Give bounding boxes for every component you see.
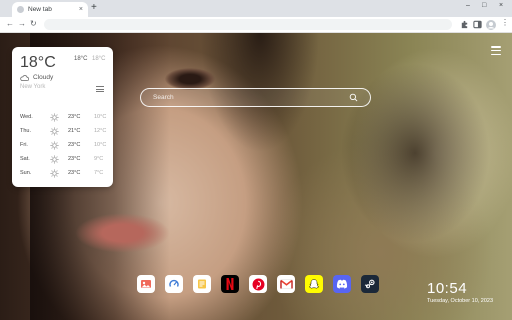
tab-close-icon[interactable]: × bbox=[79, 6, 83, 13]
clock-time: 10:54 bbox=[427, 280, 468, 297]
tab-new-tab[interactable]: New tab × bbox=[12, 2, 88, 17]
app-dock bbox=[137, 275, 379, 293]
background-eye bbox=[165, 68, 215, 90]
background-lips bbox=[75, 213, 170, 253]
forecast-day: Fri. bbox=[20, 142, 28, 148]
clock-date: Tuesday, October 10, 2023 bbox=[427, 298, 494, 304]
new-tab-button[interactable]: + bbox=[91, 3, 97, 13]
today-low: 18°C bbox=[92, 56, 106, 62]
forecast-list: Wed. 23°C 10°C Thu. 21°C 12°C Fri. 23°C … bbox=[20, 111, 106, 181]
forecast-low: 10°C bbox=[94, 114, 107, 120]
tab-title: New tab bbox=[28, 6, 52, 13]
forecast-day: Sun. bbox=[20, 170, 32, 176]
reload-icon[interactable]: ↻ bbox=[30, 20, 37, 28]
city-label: New York bbox=[20, 84, 46, 90]
maximize-button[interactable]: □ bbox=[482, 2, 486, 9]
gmail-icon[interactable] bbox=[277, 275, 295, 293]
hamburger-menu-icon[interactable] bbox=[491, 46, 501, 55]
forecast-low: 9°C bbox=[94, 156, 104, 162]
forecast-row: Sat. 23°C 9°C bbox=[20, 153, 106, 167]
forward-arrow-icon[interactable]: → bbox=[18, 20, 26, 28]
extensions-icon[interactable] bbox=[460, 20, 469, 29]
notes-icon[interactable] bbox=[193, 275, 211, 293]
sun-icon bbox=[50, 141, 59, 150]
tab-strip: New tab × + – □ × bbox=[0, 0, 512, 17]
forecast-high: 23°C bbox=[68, 142, 81, 148]
search-input[interactable] bbox=[153, 92, 343, 103]
browser-toolbar: ← → ↻ ⋮ bbox=[0, 17, 512, 33]
speedtest-icon[interactable] bbox=[165, 275, 183, 293]
photos-icon[interactable] bbox=[137, 275, 155, 293]
search-box bbox=[140, 88, 371, 107]
forecast-high: 23°C bbox=[68, 170, 81, 176]
forecast-high: 21°C bbox=[68, 128, 81, 134]
sun-icon bbox=[50, 113, 59, 122]
weather-condition: Cloudy bbox=[20, 74, 53, 81]
forecast-row: Thu. 21°C 12°C bbox=[20, 125, 106, 139]
netflix-icon[interactable] bbox=[221, 275, 239, 293]
forecast-day: Sat. bbox=[20, 156, 30, 162]
condition-label: Cloudy bbox=[33, 74, 54, 81]
steam-icon[interactable] bbox=[361, 275, 379, 293]
search-icon[interactable] bbox=[349, 93, 358, 102]
back-arrow-icon[interactable]: ← bbox=[6, 20, 14, 28]
snapchat-icon[interactable] bbox=[305, 275, 323, 293]
forecast-low: 12°C bbox=[94, 128, 107, 134]
profile-avatar-icon[interactable] bbox=[486, 20, 496, 30]
list-icon[interactable] bbox=[96, 86, 104, 92]
sun-icon bbox=[50, 127, 59, 136]
close-window-button[interactable]: × bbox=[499, 2, 503, 9]
pinterest-icon[interactable] bbox=[249, 275, 267, 293]
side-panel-icon[interactable] bbox=[473, 20, 482, 29]
tab-favicon-icon bbox=[17, 6, 24, 13]
forecast-row: Sun. 23°C 7°C bbox=[20, 167, 106, 181]
browser-menu-icon[interactable]: ⋮ bbox=[501, 19, 509, 27]
address-bar[interactable] bbox=[44, 19, 452, 30]
forecast-day: Wed. bbox=[20, 114, 33, 120]
forecast-day: Thu. bbox=[20, 128, 32, 134]
minimize-button[interactable]: – bbox=[466, 2, 470, 9]
sun-icon bbox=[50, 169, 59, 178]
forecast-high: 23°C bbox=[68, 114, 81, 120]
current-temperature: 18°C bbox=[20, 54, 56, 71]
discord-icon[interactable] bbox=[333, 275, 351, 293]
forecast-low: 10°C bbox=[94, 142, 107, 148]
cloud-icon bbox=[20, 74, 29, 81]
forecast-high: 23°C bbox=[68, 156, 81, 162]
forecast-low: 7°C bbox=[94, 170, 104, 176]
new-tab-page: 18°C 18°C 18°C Cloudy New York Wed. 23°C… bbox=[0, 33, 512, 320]
sun-icon bbox=[50, 155, 59, 164]
forecast-row: Wed. 23°C 10°C bbox=[20, 111, 106, 125]
today-high: 18°C bbox=[74, 56, 88, 62]
forecast-row: Fri. 23°C 10°C bbox=[20, 139, 106, 153]
weather-widget: 18°C 18°C 18°C Cloudy New York Wed. 23°C… bbox=[12, 47, 113, 187]
